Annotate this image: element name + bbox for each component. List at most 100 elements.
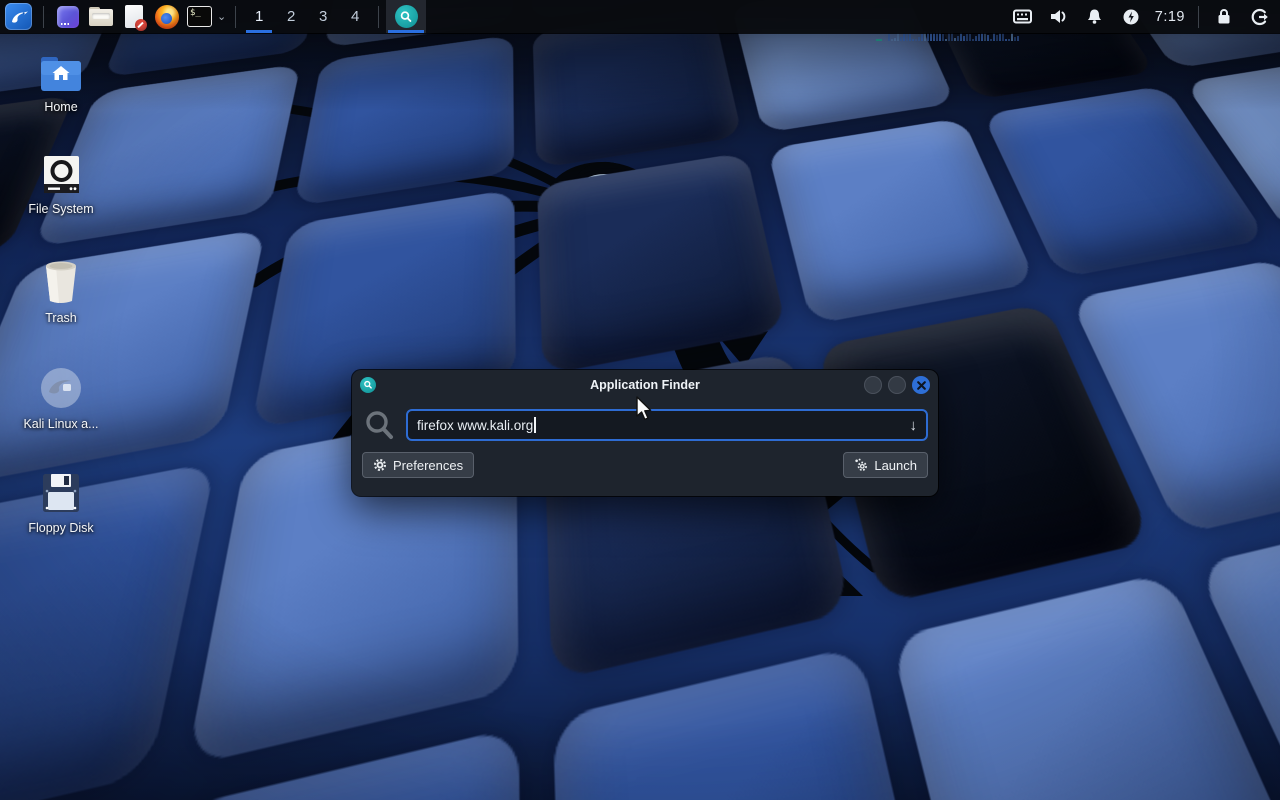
file-manager-icon [89, 7, 113, 26]
wallpaper-equalizer-bar [1002, 33, 1004, 41]
terminal-dropdown-chevron-icon[interactable]: ⌄ [217, 10, 226, 23]
notifications-button[interactable] [1077, 0, 1113, 33]
desktop-icon-label: File System [28, 202, 93, 216]
launch-button[interactable]: Launch [843, 452, 928, 478]
kali-docs-icon [39, 366, 83, 410]
workspace-2[interactable]: 2 [275, 0, 307, 33]
desktop-icon-label: Trash [45, 311, 77, 325]
launch-run-icon [854, 458, 868, 472]
wallpaper-equalizer-bar [1017, 36, 1019, 41]
wallpaper-equalizer-bar [927, 33, 929, 41]
window-title: Application Finder [352, 378, 938, 392]
window-switcher-icon [57, 6, 79, 28]
wallpaper-cube [767, 118, 1037, 325]
wallpaper-equalizer-bar [999, 33, 1001, 41]
minimize-button[interactable] [864, 376, 882, 394]
wallpaper-equalizer-bar [954, 38, 956, 41]
kali-menu-button[interactable] [5, 3, 32, 30]
terminal-icon: $_ [187, 6, 212, 27]
launcher-text-editor[interactable] [117, 0, 150, 33]
launch-button-label: Launch [874, 458, 917, 473]
wallpaper-equalizer-bar [978, 34, 980, 41]
lock-screen-button[interactable] [1206, 0, 1242, 33]
wallpaper-equalizer-bar [966, 34, 968, 41]
application-finder-window: Application Finder firefox www.kali.org … [352, 370, 938, 496]
power-battery-icon [1122, 8, 1140, 26]
workspace-1[interactable]: 1 [243, 0, 275, 33]
close-button[interactable] [912, 376, 930, 394]
desktop-icon-label: Floppy Disk [28, 521, 93, 535]
application-finder-icon [395, 5, 418, 28]
wallpaper-equalizer-bar [1011, 32, 1013, 41]
launcher-window-switcher[interactable] [51, 0, 84, 33]
panel-separator [235, 6, 236, 28]
wallpaper-equalizer-bar [1005, 39, 1007, 41]
titlebar[interactable]: Application Finder [352, 370, 938, 400]
bell-icon [1086, 8, 1103, 25]
panel-separator [43, 6, 44, 28]
wallpaper-equalizer-bar [996, 35, 998, 41]
top-panel: $_ ⌄ 1 2 3 4 [0, 0, 1280, 33]
home-folder-icon [39, 56, 83, 93]
maximize-button[interactable] [888, 376, 906, 394]
desktop-icon-label: Kali Linux a... [23, 417, 98, 431]
wallpaper-equalizer-bar [903, 34, 905, 41]
search-icon [364, 410, 394, 441]
application-finder-panel-button[interactable] [386, 0, 426, 33]
firefox-icon [155, 5, 179, 29]
clock-text: 7:19 [1149, 9, 1191, 25]
keyboard-indicator-button[interactable] [1005, 0, 1041, 33]
desktop-icon-home[interactable]: Home [10, 56, 112, 114]
launcher-terminal[interactable]: $_ [183, 0, 216, 33]
launcher-file-manager[interactable] [84, 0, 117, 33]
wallpaper-equalizer-bar [921, 34, 923, 41]
preferences-button-label: Preferences [393, 458, 463, 473]
logout-button[interactable] [1242, 0, 1278, 33]
wallpaper-equalizer-bar [957, 36, 959, 41]
wallpaper-equalizer-bar [894, 38, 896, 41]
floppy-disk-icon [40, 472, 82, 514]
desktop-icon-trash[interactable]: Trash [10, 258, 112, 325]
text-caret [534, 417, 536, 433]
preferences-button[interactable]: Preferences [362, 452, 474, 478]
workspace-3[interactable]: 3 [307, 0, 339, 33]
system-tray: 7:19 [1005, 0, 1280, 33]
wallpaper-equalizer-bar [990, 39, 992, 41]
wallpaper-equalizer-bar [891, 39, 893, 41]
wallpaper-equalizer-bar [963, 36, 965, 41]
wallpaper-equalizer-bar [969, 34, 971, 41]
wallpaper-equalizer-bar [912, 39, 914, 41]
keyboard-icon [1013, 9, 1032, 24]
search-input[interactable]: firefox www.kali.org ↓ [406, 409, 928, 441]
wallpaper-equalizer-bar [1014, 37, 1016, 41]
text-editor-icon [125, 5, 143, 28]
wallpaper-equalizer-bar [906, 34, 908, 41]
wallpaper-equalizer-bar [900, 37, 902, 41]
close-icon [917, 381, 926, 390]
wallpaper-equalizer-bar [972, 39, 974, 41]
panel-separator [378, 6, 379, 28]
wallpaper-equalizer-bar [933, 33, 935, 41]
wallpaper-equalizer-bar [942, 34, 944, 41]
volume-button[interactable] [1041, 0, 1077, 33]
power-manager-button[interactable] [1113, 0, 1149, 33]
wallpaper-cube [553, 645, 955, 800]
wallpaper-equalizer-bar [975, 36, 977, 41]
panel-separator [1198, 6, 1199, 28]
dropdown-arrow-icon[interactable]: ↓ [910, 417, 918, 434]
wallpaper-equalizer-bar [993, 32, 995, 41]
hard-drive-icon [41, 154, 82, 195]
wallpaper-cube [294, 35, 515, 207]
wallpaper-equalizer-bar [930, 32, 932, 41]
desktop-icon-kali-docs[interactable]: Kali Linux a... [10, 366, 112, 431]
desktop-icon-floppy-disk[interactable]: Floppy Disk [10, 472, 112, 535]
clock[interactable]: 7:19 [1149, 0, 1191, 33]
wallpaper-equalizer-bar [945, 39, 947, 41]
wallpaper-equalizer-bar [1008, 39, 1010, 41]
wallpaper-equalizer-bar [888, 33, 890, 41]
desktop-icon-label: Home [44, 100, 77, 114]
launcher-firefox[interactable] [150, 0, 183, 33]
wallpaper-cube [537, 152, 787, 375]
desktop-icon-file-system[interactable]: File System [10, 154, 112, 216]
workspace-4[interactable]: 4 [339, 0, 371, 33]
